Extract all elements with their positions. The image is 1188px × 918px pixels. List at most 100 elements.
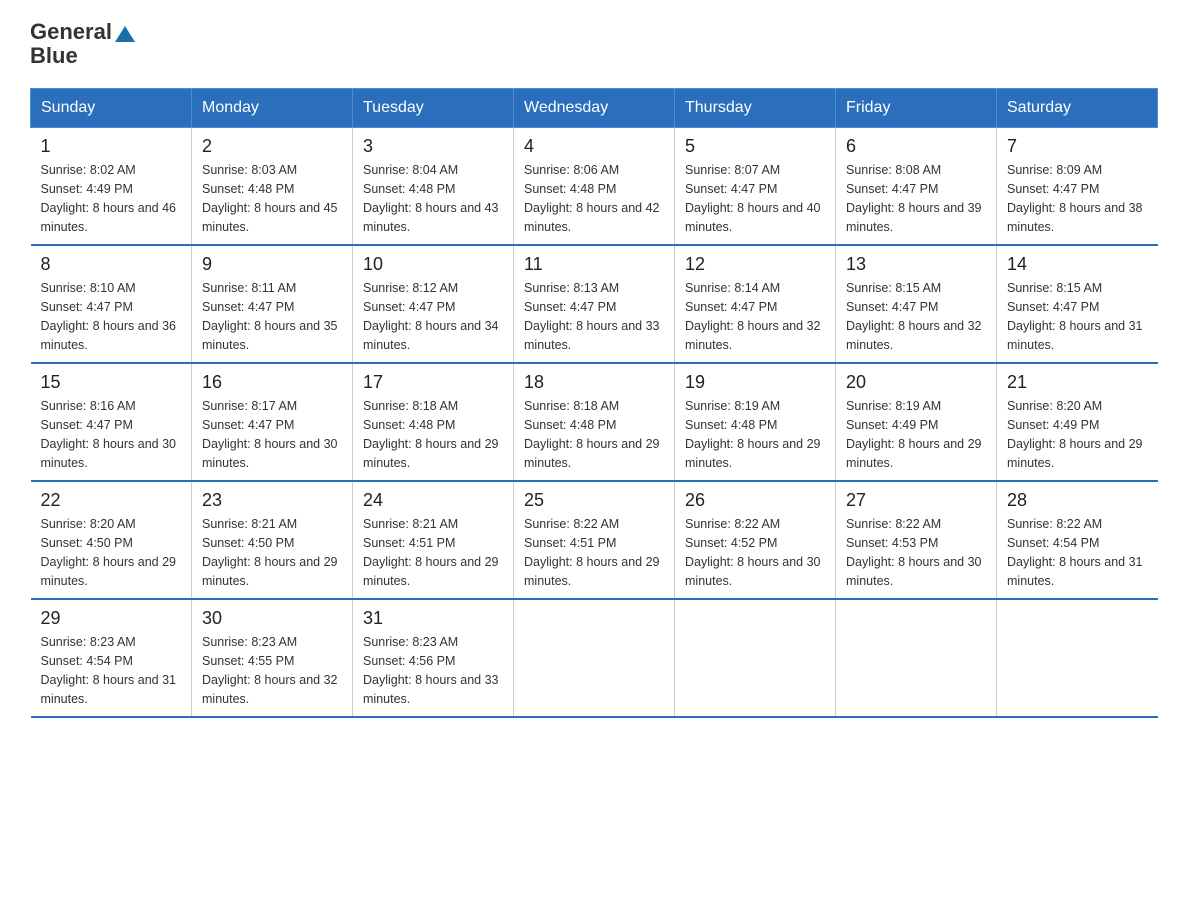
day-cell-1: 1 Sunrise: 8:02 AMSunset: 4:49 PMDaylight…: [31, 128, 192, 246]
day-info: Sunrise: 8:22 AMSunset: 4:54 PMDaylight:…: [1007, 515, 1148, 590]
header-friday: Friday: [836, 89, 997, 128]
header-monday: Monday: [192, 89, 353, 128]
day-number: 16: [202, 372, 342, 393]
day-number: 12: [685, 254, 825, 275]
day-cell-24: 24 Sunrise: 8:21 AMSunset: 4:51 PMDayligh…: [353, 481, 514, 599]
day-info: Sunrise: 8:13 AMSunset: 4:47 PMDaylight:…: [524, 279, 664, 354]
day-cell-20: 20 Sunrise: 8:19 AMSunset: 4:49 PMDayligh…: [836, 363, 997, 481]
day-number: 11: [524, 254, 664, 275]
day-number: 15: [41, 372, 182, 393]
day-number: 19: [685, 372, 825, 393]
day-cell-16: 16 Sunrise: 8:17 AMSunset: 4:47 PMDayligh…: [192, 363, 353, 481]
day-cell-30: 30 Sunrise: 8:23 AMSunset: 4:55 PMDayligh…: [192, 599, 353, 717]
day-number: 2: [202, 136, 342, 157]
day-cell-29: 29Sunrise: 8:23 AMSunset: 4:54 PMDayligh…: [31, 599, 192, 717]
day-cell-17: 17 Sunrise: 8:18 AMSunset: 4:48 PMDayligh…: [353, 363, 514, 481]
day-cell-14: 14 Sunrise: 8:15 AMSunset: 4:47 PMDayligh…: [997, 245, 1158, 363]
day-info: Sunrise: 8:10 AMSunset: 4:47 PMDaylight:…: [41, 279, 182, 354]
day-number: 6: [846, 136, 986, 157]
day-number: 4: [524, 136, 664, 157]
day-info: Sunrise: 8:03 AMSunset: 4:48 PMDaylight:…: [202, 161, 342, 236]
logo: General Blue: [30, 20, 135, 68]
day-info: Sunrise: 8:18 AMSunset: 4:48 PMDaylight:…: [524, 397, 664, 472]
day-number: 8: [41, 254, 182, 275]
day-cell-23: 23 Sunrise: 8:21 AMSunset: 4:50 PMDayligh…: [192, 481, 353, 599]
empty-cell: [836, 599, 997, 717]
day-cell-3: 3 Sunrise: 8:04 AMSunset: 4:48 PMDaylight…: [353, 128, 514, 246]
header-tuesday: Tuesday: [353, 89, 514, 128]
day-cell-28: 28 Sunrise: 8:22 AMSunset: 4:54 PMDayligh…: [997, 481, 1158, 599]
week-row-4: 22 Sunrise: 8:20 AMSunset: 4:50 PMDayligh…: [31, 481, 1158, 599]
day-cell-8: 8 Sunrise: 8:10 AMSunset: 4:47 PMDaylight…: [31, 245, 192, 363]
day-number: 5: [685, 136, 825, 157]
day-number: 14: [1007, 254, 1148, 275]
day-cell-9: 9Sunrise: 8:11 AMSunset: 4:47 PMDaylight…: [192, 245, 353, 363]
day-cell-12: 12 Sunrise: 8:14 AMSunset: 4:47 PMDayligh…: [675, 245, 836, 363]
logo-text-general: General: [30, 20, 112, 44]
empty-cell: [675, 599, 836, 717]
day-info: Sunrise: 8:22 AMSunset: 4:52 PMDaylight:…: [685, 515, 825, 590]
day-cell-6: 6 Sunrise: 8:08 AMSunset: 4:47 PMDaylight…: [836, 128, 997, 246]
day-info: Sunrise: 8:20 AMSunset: 4:49 PMDaylight:…: [1007, 397, 1148, 472]
day-number: 26: [685, 490, 825, 511]
day-info: Sunrise: 8:02 AMSunset: 4:49 PMDaylight:…: [41, 161, 182, 236]
day-cell-7: 7Sunrise: 8:09 AMSunset: 4:47 PMDaylight…: [997, 128, 1158, 246]
day-cell-18: 18Sunrise: 8:18 AMSunset: 4:48 PMDayligh…: [514, 363, 675, 481]
week-row-3: 15Sunrise: 8:16 AMSunset: 4:47 PMDayligh…: [31, 363, 1158, 481]
day-number: 28: [1007, 490, 1148, 511]
day-number: 22: [41, 490, 182, 511]
day-info: Sunrise: 8:12 AMSunset: 4:47 PMDaylight:…: [363, 279, 503, 354]
day-info: Sunrise: 8:21 AMSunset: 4:51 PMDaylight:…: [363, 515, 503, 590]
day-info: Sunrise: 8:08 AMSunset: 4:47 PMDaylight:…: [846, 161, 986, 236]
day-cell-22: 22 Sunrise: 8:20 AMSunset: 4:50 PMDayligh…: [31, 481, 192, 599]
day-number: 17: [363, 372, 503, 393]
day-info: Sunrise: 8:19 AMSunset: 4:49 PMDaylight:…: [846, 397, 986, 472]
day-number: 13: [846, 254, 986, 275]
day-info: Sunrise: 8:14 AMSunset: 4:47 PMDaylight:…: [685, 279, 825, 354]
day-number: 27: [846, 490, 986, 511]
day-cell-27: 27Sunrise: 8:22 AMSunset: 4:53 PMDayligh…: [836, 481, 997, 599]
day-number: 24: [363, 490, 503, 511]
day-cell-19: 19Sunrise: 8:19 AMSunset: 4:48 PMDayligh…: [675, 363, 836, 481]
week-row-1: 1 Sunrise: 8:02 AMSunset: 4:49 PMDaylight…: [31, 128, 1158, 246]
day-info: Sunrise: 8:15 AMSunset: 4:47 PMDaylight:…: [846, 279, 986, 354]
day-info: Sunrise: 8:09 AMSunset: 4:47 PMDaylight:…: [1007, 161, 1148, 236]
day-number: 31: [363, 608, 503, 629]
day-cell-4: 4 Sunrise: 8:06 AMSunset: 4:48 PMDaylight…: [514, 128, 675, 246]
day-number: 9: [202, 254, 342, 275]
day-number: 23: [202, 490, 342, 511]
empty-cell: [997, 599, 1158, 717]
day-info: Sunrise: 8:07 AMSunset: 4:47 PMDaylight:…: [685, 161, 825, 236]
day-info: Sunrise: 8:21 AMSunset: 4:50 PMDaylight:…: [202, 515, 342, 590]
day-number: 30: [202, 608, 342, 629]
day-cell-5: 5 Sunrise: 8:07 AMSunset: 4:47 PMDaylight…: [675, 128, 836, 246]
day-cell-21: 21 Sunrise: 8:20 AMSunset: 4:49 PMDayligh…: [997, 363, 1158, 481]
header-saturday: Saturday: [997, 89, 1158, 128]
day-info: Sunrise: 8:23 AMSunset: 4:56 PMDaylight:…: [363, 633, 503, 708]
day-info: Sunrise: 8:04 AMSunset: 4:48 PMDaylight:…: [363, 161, 503, 236]
header-sunday: Sunday: [31, 89, 192, 128]
day-info: Sunrise: 8:23 AMSunset: 4:54 PMDaylight:…: [41, 633, 182, 708]
day-number: 21: [1007, 372, 1148, 393]
day-number: 1: [41, 136, 182, 157]
day-cell-25: 25 Sunrise: 8:22 AMSunset: 4:51 PMDayligh…: [514, 481, 675, 599]
day-number: 3: [363, 136, 503, 157]
day-number: 25: [524, 490, 664, 511]
header-wednesday: Wednesday: [514, 89, 675, 128]
day-info: Sunrise: 8:20 AMSunset: 4:50 PMDaylight:…: [41, 515, 182, 590]
day-cell-26: 26 Sunrise: 8:22 AMSunset: 4:52 PMDayligh…: [675, 481, 836, 599]
day-number: 20: [846, 372, 986, 393]
calendar-table: SundayMondayTuesdayWednesdayThursdayFrid…: [30, 88, 1158, 718]
day-info: Sunrise: 8:17 AMSunset: 4:47 PMDaylight:…: [202, 397, 342, 472]
day-info: Sunrise: 8:06 AMSunset: 4:48 PMDaylight:…: [524, 161, 664, 236]
day-info: Sunrise: 8:18 AMSunset: 4:48 PMDaylight:…: [363, 397, 503, 472]
day-cell-13: 13 Sunrise: 8:15 AMSunset: 4:47 PMDayligh…: [836, 245, 997, 363]
day-info: Sunrise: 8:23 AMSunset: 4:55 PMDaylight:…: [202, 633, 342, 708]
day-info: Sunrise: 8:22 AMSunset: 4:51 PMDaylight:…: [524, 515, 664, 590]
day-info: Sunrise: 8:15 AMSunset: 4:47 PMDaylight:…: [1007, 279, 1148, 354]
day-cell-11: 11 Sunrise: 8:13 AMSunset: 4:47 PMDayligh…: [514, 245, 675, 363]
calendar-header-row: SundayMondayTuesdayWednesdayThursdayFrid…: [31, 89, 1158, 128]
day-cell-10: 10 Sunrise: 8:12 AMSunset: 4:47 PMDayligh…: [353, 245, 514, 363]
day-number: 10: [363, 254, 503, 275]
empty-cell: [514, 599, 675, 717]
